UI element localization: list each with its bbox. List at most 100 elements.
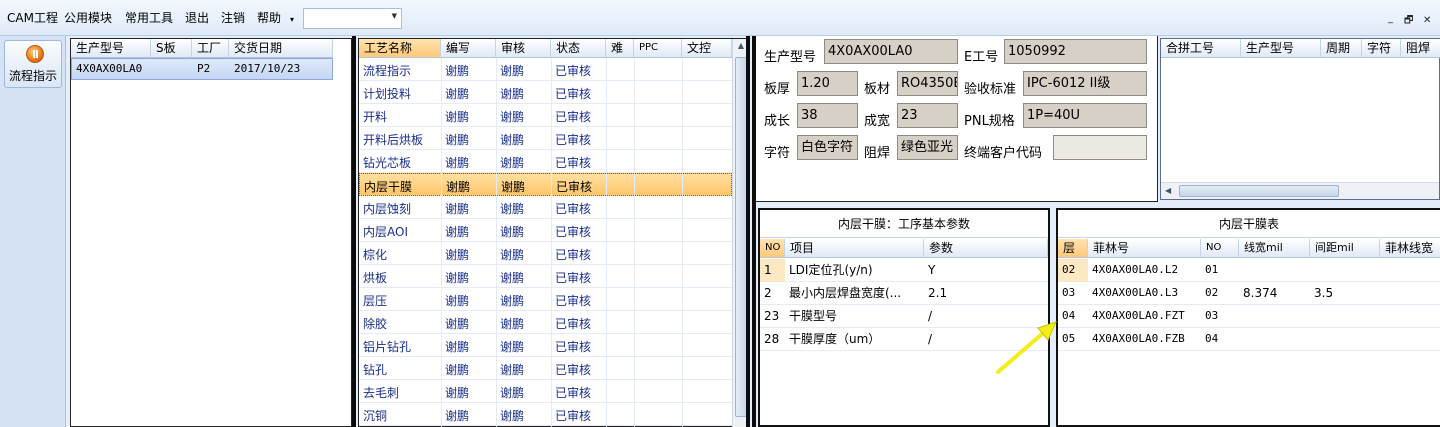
param-no-cell: 1: [760, 259, 785, 282]
col-header-param[interactable]: 参数: [924, 239, 1048, 258]
table-row[interactable]: 4X0AX00LA0 P2 2017/10/23: [71, 58, 333, 80]
col-header-cycle[interactable]: 周期: [1321, 39, 1362, 58]
scrollbar-thumb[interactable]: [1179, 185, 1339, 197]
process-name-cell: 铝片钻孔: [363, 340, 412, 354]
col-header-reviewer[interactable]: 审核: [496, 39, 551, 58]
col-header-factory[interactable]: 工厂: [192, 39, 229, 58]
thickness-field[interactable]: 1.20: [797, 71, 858, 96]
menu-logout[interactable]: 注销: [221, 11, 245, 25]
model-field[interactable]: 4X0AX00LA0: [824, 39, 958, 64]
status-cell: 已审核: [555, 317, 592, 331]
table-row[interactable]: 内层干膜 谢鹏 谢鹏 已审核: [359, 173, 732, 196]
table-row[interactable]: 烘板 谢鹏 谢鹏 已审核: [359, 265, 732, 288]
table-row[interactable]: 沉铜 谢鹏 谢鹏 已审核: [359, 403, 732, 426]
col-header-status[interactable]: 状态: [551, 39, 606, 58]
param-item-cell: 最小内层焊盘宽度(...: [789, 286, 902, 300]
table-row[interactable]: 内层AOI 谢鹏 谢鹏 已审核: [359, 219, 732, 242]
scroll-left-arrow-icon[interactable]: ◀: [1165, 186, 1171, 195]
author-cell: 谢鹏: [445, 87, 470, 101]
menu-combo-box[interactable]: ▼: [303, 8, 402, 29]
merge-table: 合拼工号 生产型号 周期 字符 阻焊 ◀: [1160, 38, 1440, 200]
restore-icon[interactable]: 🗗: [1404, 15, 1413, 27]
eno-field[interactable]: 1050992: [1004, 39, 1147, 64]
material-field[interactable]: RO4350B: [897, 71, 958, 96]
menu-cam-project[interactable]: CAM工程: [7, 11, 58, 25]
mask-field[interactable]: 绿色亚光: [897, 135, 958, 160]
minimize-icon[interactable]: _: [1388, 13, 1393, 25]
width-field[interactable]: 23: [897, 103, 958, 128]
col-header-spacing[interactable]: 间距mil: [1310, 239, 1380, 258]
status-cell: 已审核: [556, 180, 593, 194]
chevron-down-icon[interactable]: ▼: [392, 12, 397, 20]
col-header-author[interactable]: 编写: [441, 39, 496, 58]
col-header-film-no[interactable]: 菲林号: [1088, 239, 1201, 258]
col-header-model[interactable]: 生产型号: [71, 39, 151, 58]
line-width-cell: [1239, 328, 1310, 351]
menu-common-module[interactable]: 公用模块: [64, 11, 112, 25]
table-row[interactable]: 流程指示 谢鹏 谢鹏 已审核: [359, 58, 732, 81]
model-label: 生产型号: [764, 50, 817, 65]
col-header-solder-mask[interactable]: 阻焊: [1401, 39, 1440, 58]
menu-exit[interactable]: 退出: [185, 11, 209, 25]
customer-field[interactable]: [1053, 135, 1147, 160]
table-row[interactable]: 铝片钻孔 谢鹏 谢鹏 已审核: [359, 334, 732, 357]
table-row[interactable]: 计划投料 谢鹏 谢鹏 已审核: [359, 81, 732, 104]
help-dropdown-arrow-icon[interactable]: ▾: [290, 13, 294, 27]
col-header-process-name[interactable]: 工艺名称: [359, 39, 441, 58]
author-cell: 谢鹏: [445, 340, 470, 354]
status-cell: 已审核: [555, 87, 592, 101]
col-header-s-board[interactable]: S板: [151, 39, 192, 58]
col-header-film-line-width[interactable]: 菲林线宽: [1380, 239, 1440, 258]
col-header-doc-control[interactable]: 文控: [682, 39, 732, 58]
flow-instruction-button[interactable]: 流程指示: [4, 40, 62, 88]
table-row[interactable]: 去毛刺 谢鹏 谢鹏 已审核: [359, 380, 732, 403]
col-header-no[interactable]: NO: [760, 239, 785, 258]
param-item-cell: 干膜型号: [789, 309, 838, 323]
splitter-left[interactable]: [352, 36, 356, 427]
merge-horizontal-scrollbar[interactable]: ◀: [1161, 182, 1439, 199]
order-model-cell: 4X0AX00LA0: [76, 62, 143, 75]
table-row[interactable]: 钻光芯板 谢鹏 谢鹏 已审核: [359, 150, 732, 173]
param-no-cell: 28: [764, 332, 780, 346]
table-row[interactable]: 棕化 谢鹏 谢鹏 已审核: [359, 242, 732, 265]
char-field[interactable]: 白色字符: [797, 135, 858, 160]
table-row[interactable]: 2 最小内层焊盘宽度(... 2.1: [760, 282, 1048, 305]
flow-instruction-label: 流程指示: [8, 69, 57, 83]
reviewer-cell: 谢鹏: [500, 64, 525, 78]
table-row[interactable]: 开料 谢鹏 谢鹏 已审核: [359, 104, 732, 127]
close-icon[interactable]: ✕: [1423, 15, 1431, 27]
col-header-item[interactable]: 项目: [785, 239, 924, 258]
menu-common-tools[interactable]: 常用工具: [125, 11, 173, 25]
author-cell: 谢鹏: [445, 110, 470, 124]
author-cell: 谢鹏: [445, 271, 470, 285]
author-cell: 谢鹏: [446, 180, 471, 194]
table-row[interactable]: 1 LDI定位孔(y/n) Y: [760, 259, 1048, 282]
table-row[interactable]: 钻孔 谢鹏 谢鹏 已审核: [359, 357, 732, 380]
menu-help[interactable]: 帮助: [257, 11, 281, 25]
pnl-field[interactable]: 1P=40U: [1023, 103, 1147, 128]
col-header-ppc[interactable]: PPC: [634, 39, 682, 58]
table-row[interactable]: 开料后烘板 谢鹏 谢鹏 已审核: [359, 127, 732, 150]
table-row[interactable]: 02 4X0AX00LA0.L2 01: [1058, 259, 1440, 282]
col-header-no[interactable]: NO: [1201, 239, 1239, 258]
col-header-difficulty[interactable]: 难: [606, 39, 634, 58]
table-row[interactable]: 03 4X0AX00LA0.L3 02 8.374 3.5: [1058, 282, 1440, 305]
standard-field[interactable]: IPC-6012 II级: [1023, 71, 1147, 96]
col-header-line-width[interactable]: 线宽mil: [1239, 239, 1310, 258]
col-header-delivery[interactable]: 交货日期: [229, 39, 333, 58]
splitter-right[interactable]: [746, 36, 756, 427]
col-header-layer[interactable]: 层: [1058, 239, 1088, 258]
length-field[interactable]: 38: [797, 103, 858, 128]
table-row[interactable]: 04 4X0AX00LA0.FZT 03: [1058, 305, 1440, 328]
col-header-merge-no[interactable]: 合拼工号: [1161, 39, 1241, 58]
status-cell: 已审核: [555, 110, 592, 124]
col-header-character[interactable]: 字符: [1362, 39, 1401, 58]
reviewer-cell: 谢鹏: [500, 386, 525, 400]
col-header-merge-model[interactable]: 生产型号: [1241, 39, 1321, 58]
table-row[interactable]: 05 4X0AX00LA0.FZB 04: [1058, 328, 1440, 351]
table-row[interactable]: 层压 谢鹏 谢鹏 已审核: [359, 288, 732, 311]
process-name-cell: 沉铜: [363, 409, 388, 423]
table-row[interactable]: 内层蚀刻 谢鹏 谢鹏 已审核: [359, 196, 732, 219]
table-row[interactable]: 除胶 谢鹏 谢鹏 已审核: [359, 311, 732, 334]
width-label: 成宽: [864, 114, 891, 129]
